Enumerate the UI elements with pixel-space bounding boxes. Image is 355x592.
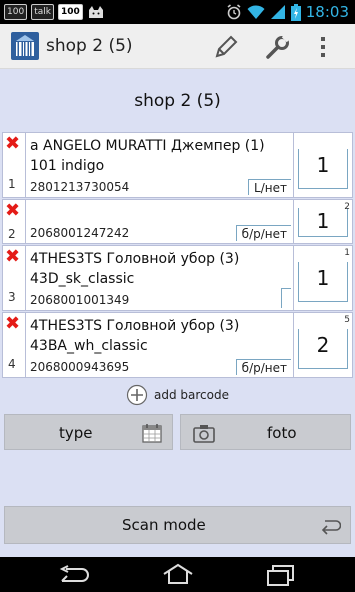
item-details[interactable]: 4THES3TS Головной убор (3) 43BA_wh_class… (26, 313, 294, 377)
overflow-menu-icon[interactable] (316, 34, 330, 60)
item-size: L/нет (248, 179, 291, 195)
stock-count: 1 (344, 248, 350, 258)
item-list: ✖ 1 a ANGELO MURATTI Джемпер (1) 101 ind… (2, 132, 353, 379)
row-number: 1 (8, 177, 16, 191)
cat-notification-icon (88, 6, 103, 18)
quantity-field[interactable]: 1 1 (294, 246, 352, 310)
quantity-field[interactable]: 2 5 (294, 313, 352, 377)
add-circle-icon (126, 384, 148, 406)
main-content: shop 2 (5) ✖ 1 a ANGELO MURATTI Джемпер … (0, 69, 355, 557)
quantity-field[interactable]: 1 2 (294, 200, 352, 243)
delete-icon[interactable]: ✖ (5, 248, 20, 266)
item-size: б/р/нет (235, 225, 291, 241)
back-icon[interactable] (56, 565, 92, 585)
scan-mode-label: Scan mode (122, 516, 206, 534)
list-item[interactable]: ✖ 4 4THES3TS Головной убор (3) 43BA_wh_c… (2, 312, 353, 378)
row-number: 4 (8, 357, 16, 371)
item-size (281, 288, 291, 308)
settings-wrench-icon[interactable] (264, 34, 290, 60)
app-barcode-icon[interactable] (11, 32, 39, 60)
battery-icon (290, 3, 301, 21)
stock-count: 2 (344, 202, 350, 212)
scan-mode-button[interactable]: Scan mode (4, 506, 351, 544)
recent-apps-icon[interactable] (264, 564, 298, 586)
item-details[interactable]: 4THES3TS Головной убор (3) 43D_sk_classi… (26, 246, 294, 310)
calendar-icon (142, 424, 162, 443)
item-barcode: 2068001247242 (30, 226, 130, 240)
item-delete-cell: ✖ 1 (3, 133, 26, 197)
notification-icons: 100 talk 100 (4, 4, 105, 20)
edit-pencil-icon[interactable] (213, 34, 239, 60)
item-barcode: 2068001001349 (30, 293, 130, 307)
item-name: 4THES3TS Головной убор (3) 43D_sk_classi… (30, 251, 240, 287)
item-delete-cell: ✖ 2 (3, 200, 26, 243)
page-title: shop 2 (5) (134, 91, 221, 111)
quantity-value: 1 (316, 153, 330, 177)
item-details[interactable]: 2068001247242 б/р/нет (26, 200, 294, 243)
quantity-value: 2 (316, 333, 330, 357)
delete-icon[interactable]: ✖ (5, 135, 20, 153)
item-delete-cell: ✖ 3 (3, 246, 26, 310)
stock-count: 5 (344, 315, 350, 325)
foto-button-label: foto (267, 424, 297, 442)
clock: 18:03 (305, 3, 349, 21)
alarm-icon (227, 4, 241, 20)
return-arrow-icon (321, 520, 341, 535)
type-button-label: type (59, 424, 93, 442)
camera-icon (193, 425, 215, 443)
action-bar-title: shop 2 (5) (46, 36, 133, 56)
notification-badge-1: 100 (4, 4, 28, 20)
notification-badge-2: talk (31, 4, 54, 20)
notification-badge-3: 100 (57, 4, 83, 20)
signal-icon (270, 5, 285, 19)
item-size: б/р/нет (235, 359, 291, 375)
add-barcode-button[interactable]: add barcode (0, 381, 355, 409)
item-details[interactable]: a ANGELO MURATTI Джемпер (1) 101 indigo … (26, 133, 294, 197)
quantity-field[interactable]: 1 (294, 133, 352, 197)
row-number: 2 (8, 227, 16, 241)
quantity-value: 1 (316, 266, 330, 290)
quantity-value: 1 (316, 209, 330, 233)
navigation-bar (0, 557, 355, 592)
system-status: 18:03 (226, 3, 349, 21)
item-delete-cell: ✖ 4 (3, 313, 26, 377)
type-button[interactable]: type (4, 414, 173, 450)
status-bar: 100 talk 100 18:03 (0, 0, 355, 24)
list-item[interactable]: ✖ 2 2068001247242 б/р/нет 1 2 (2, 199, 353, 244)
item-name: 4THES3TS Головной убор (3) 43BA_wh_class… (30, 318, 240, 354)
wifi-icon (247, 5, 265, 19)
list-item[interactable]: ✖ 3 4THES3TS Головной убор (3) 43D_sk_cl… (2, 245, 353, 311)
item-barcode: 2801213730054 (30, 180, 130, 194)
row-number: 3 (8, 290, 16, 304)
item-barcode: 2068000943695 (30, 360, 130, 374)
delete-icon[interactable]: ✖ (5, 315, 20, 333)
list-item[interactable]: ✖ 1 a ANGELO MURATTI Джемпер (1) 101 ind… (2, 132, 353, 198)
item-name: a ANGELO MURATTI Джемпер (1) 101 indigo (30, 138, 265, 174)
add-barcode-label: add barcode (154, 388, 229, 402)
action-bar: shop 2 (5) (0, 24, 355, 69)
foto-button[interactable]: foto (180, 414, 351, 450)
home-icon[interactable] (160, 563, 196, 585)
delete-icon[interactable]: ✖ (5, 202, 20, 220)
